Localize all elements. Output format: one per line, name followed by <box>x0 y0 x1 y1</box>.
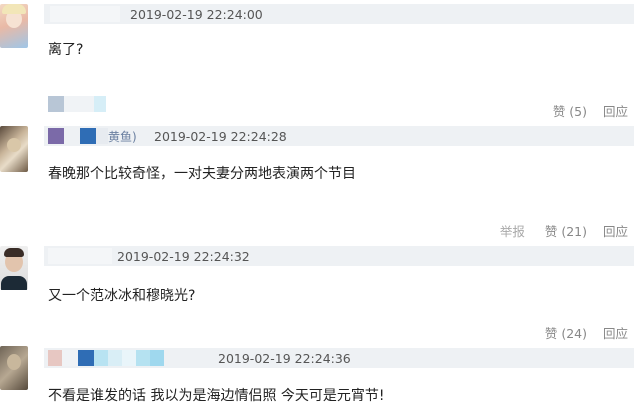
like-button[interactable]: 赞 (21) <box>545 224 587 239</box>
report-button[interactable]: 举报 <box>500 224 525 239</box>
avatar-cat <box>7 138 21 152</box>
timestamp: 2019-02-19 22:24:32 <box>117 249 250 264</box>
comment-actions: 赞 (24) 回应 <box>533 323 628 342</box>
timestamp: 2019-02-19 22:24:36 <box>218 351 351 366</box>
like-button[interactable]: 赞 (5) <box>553 104 587 119</box>
comment-header: 黄鱼) 2019-02-19 22:24:28 <box>44 126 634 146</box>
comment-text: 又一个范冰冰和穆晓光? <box>48 288 196 304</box>
comment-header: 2019-02-19 22:24:32 <box>44 246 634 266</box>
comment-text: 不看是谁发的话 我以为是海边情侣照 今天可是元宵节! <box>48 388 385 404</box>
timestamp: 2019-02-19 22:24:00 <box>130 7 263 22</box>
comment-header: 2019-02-19 22:24:36 <box>44 348 634 368</box>
comment-text: 离了? <box>48 42 84 58</box>
comment-text: 春晚那个比较奇怪，一对夫妻分两地表演两个节目 <box>48 166 356 182</box>
reply-button[interactable]: 回应 <box>603 224 628 239</box>
username-mosaic <box>48 248 112 264</box>
username-mosaic <box>48 96 106 112</box>
avatar[interactable] <box>0 126 28 172</box>
username-mosaic: 黄鱼) <box>48 128 137 144</box>
avatar-sepia-portrait <box>7 354 21 370</box>
timestamp: 2019-02-19 22:24:28 <box>154 129 287 144</box>
like-button[interactable]: 赞 (24) <box>545 326 587 341</box>
reply-button[interactable]: 回应 <box>603 326 628 341</box>
username-mosaic <box>50 6 120 22</box>
avatar[interactable] <box>0 246 28 290</box>
username-mosaic <box>48 350 164 366</box>
comment-header: 2019-02-19 22:24:00 <box>44 4 634 24</box>
avatar[interactable] <box>0 346 28 390</box>
comment-actions: 赞 (5) 回应 <box>541 101 628 120</box>
reply-button[interactable]: 回应 <box>603 104 628 119</box>
username-fragment[interactable]: 黄鱼) <box>108 128 137 144</box>
comment-actions: 举报 赞 (21) 回应 <box>500 221 628 240</box>
avatar[interactable] <box>0 4 28 48</box>
